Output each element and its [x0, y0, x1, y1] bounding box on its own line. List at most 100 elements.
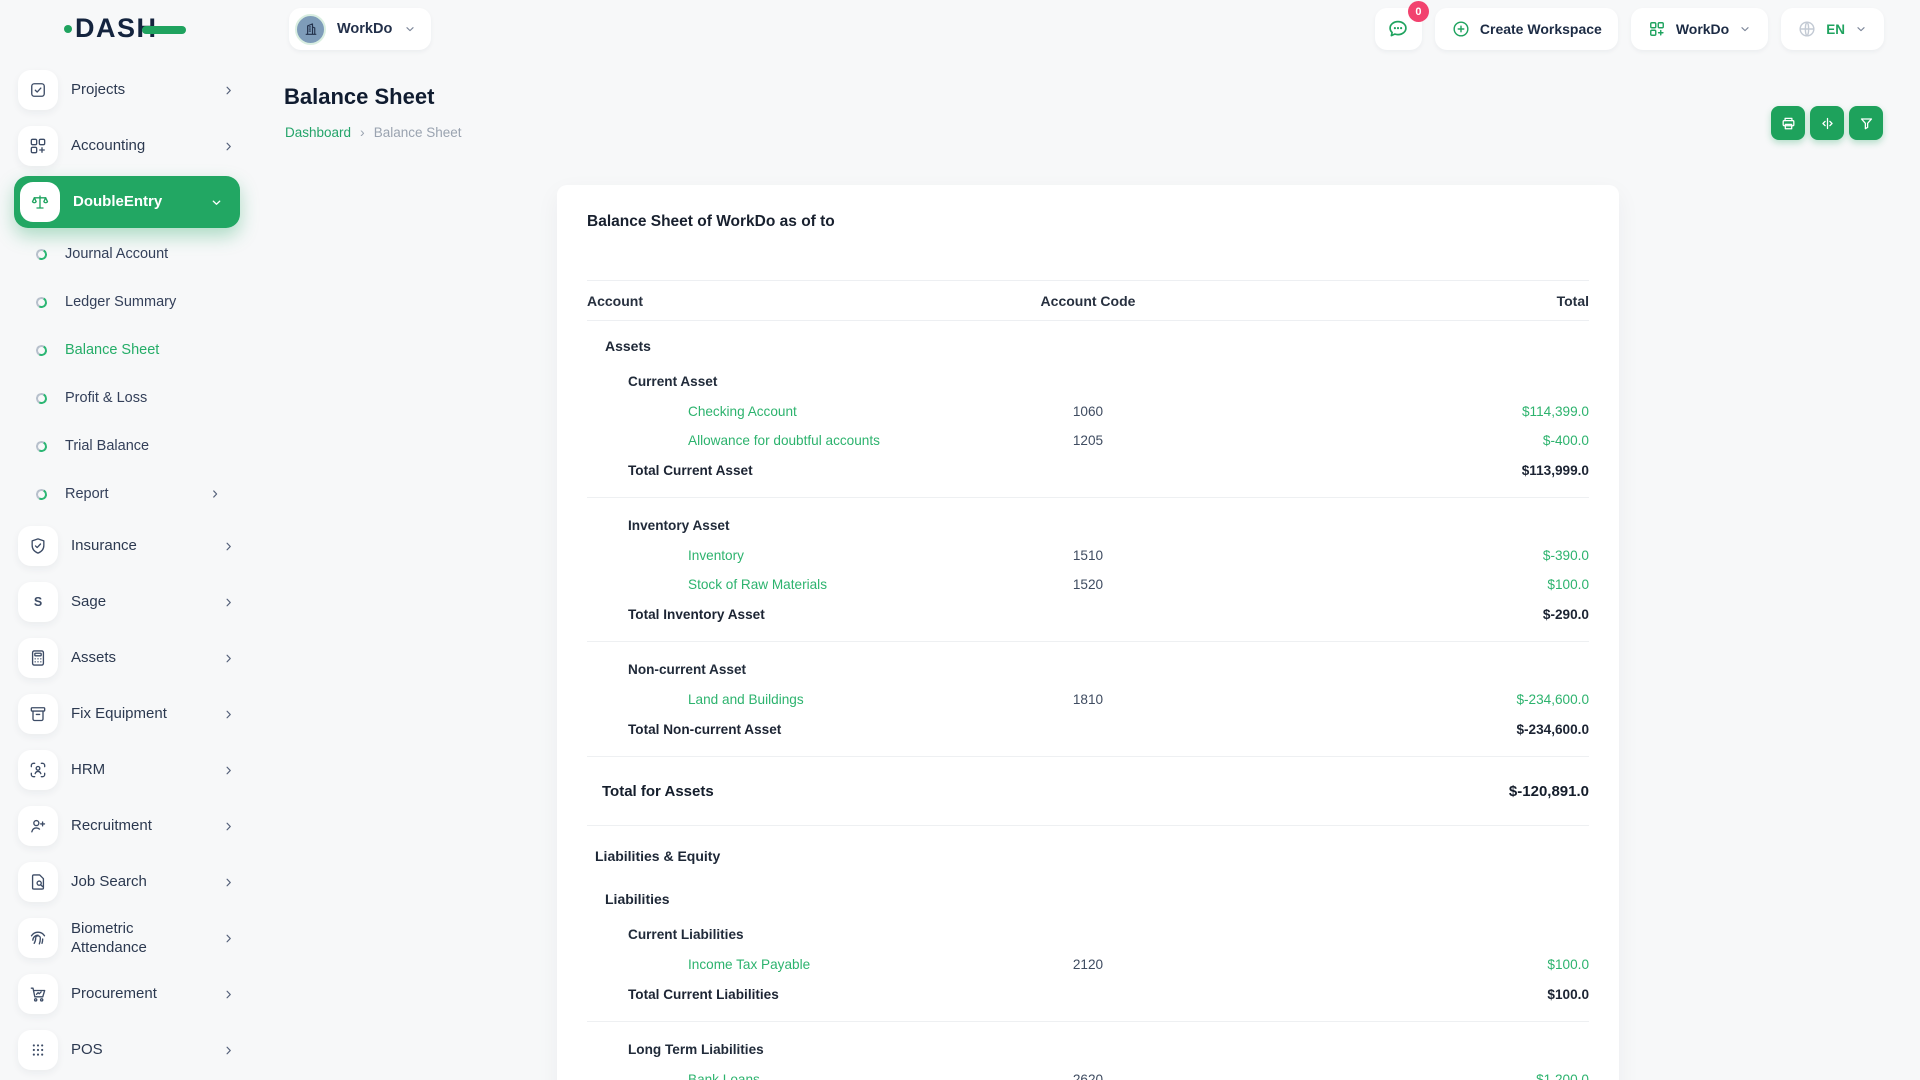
row-divider: [587, 1021, 1589, 1022]
recruitment-icon: [28, 816, 48, 836]
chevron-right-icon: [221, 139, 236, 154]
chevron-right-icon: [221, 83, 236, 98]
sidebar-item-accounting[interactable]: Accounting: [0, 118, 256, 174]
chevron-right-icon: [221, 1043, 236, 1058]
subsection-row-non-current-asset: Non-current Asset: [587, 653, 1589, 685]
dot-icon: [35, 391, 48, 404]
row-label: Liabilities & Equity: [595, 848, 720, 864]
sidebar-item-biometric-attendance[interactable]: Biometric Attendance: [0, 910, 256, 966]
account-row-stock-of-raw-materials: Stock of Raw Materials1520$100.0: [587, 570, 1589, 599]
toggle-columns-button[interactable]: [1810, 106, 1844, 140]
create-workspace-button[interactable]: Create Workspace: [1435, 8, 1618, 50]
account-name-link[interactable]: Bank Loans: [688, 1072, 760, 1080]
balance-sheet-card: Balance Sheet of WorkDo as of to Account…: [557, 185, 1619, 1080]
sidebar-item-job-search[interactable]: Job Search: [0, 854, 256, 910]
breadcrumb-dashboard-link[interactable]: Dashboard: [285, 125, 351, 140]
filter-button[interactable]: [1849, 106, 1883, 140]
grid-plus-icon: [1647, 19, 1667, 39]
sidebar-item-insurance[interactable]: Insurance: [0, 518, 256, 574]
chevron-right-icon: [221, 819, 236, 834]
grid-plus-icon: [1647, 19, 1667, 39]
double-entry-icon: [20, 182, 60, 222]
workspace-menu-button[interactable]: WorkDo: [1631, 8, 1768, 50]
workspace-selector[interactable]: WorkDo: [289, 8, 431, 50]
submenu-item-balance-sheet[interactable]: Balance Sheet: [0, 326, 256, 374]
sidebar-item-label: Accounting: [71, 136, 185, 156]
procurement-icon: [28, 984, 48, 1004]
sidebar-item-hrm[interactable]: HRM: [0, 742, 256, 798]
main-content: Balance Sheet Dashboard › Balance Sheet …: [256, 58, 1920, 1080]
globe-icon: [1797, 19, 1817, 39]
submenu-item-ledger-summary[interactable]: Ledger Summary: [0, 278, 256, 326]
language-selector[interactable]: EN: [1781, 8, 1884, 50]
submenu-item-trial-balance[interactable]: Trial Balance: [0, 422, 256, 470]
sidebar-item-label: Recruitment: [71, 816, 185, 836]
submenu-item-journal-account[interactable]: Journal Account: [0, 230, 256, 278]
fix-equipment-icon: [18, 694, 58, 734]
sidebar-item-label: DoubleEntry: [73, 192, 209, 212]
account-code-cell: 1520: [988, 577, 1188, 592]
chevron-right-icon: [221, 875, 236, 890]
section-row-assets: Assets: [587, 329, 1589, 363]
account-code-cell: 2120: [988, 957, 1188, 972]
sidebar-item-fix-equipment[interactable]: Fix Equipment: [0, 686, 256, 742]
hrm-icon: [18, 750, 58, 790]
accounting-icon: [18, 126, 58, 166]
account-code-cell: 1810: [988, 692, 1188, 707]
total-cell: $-234,600.0: [1188, 722, 1589, 737]
account-name-link[interactable]: Checking Account: [688, 404, 797, 419]
svg-text:S: S: [34, 595, 42, 609]
sidebar-item-projects[interactable]: Projects: [0, 62, 256, 118]
messages-button[interactable]: 0: [1375, 8, 1422, 50]
row-label: Total Non-current Asset: [628, 722, 781, 737]
sidebar-item-recruitment[interactable]: Recruitment: [0, 798, 256, 854]
row-label: Total Current Asset: [628, 463, 753, 478]
section-row-liabilities: Liabilities: [587, 882, 1589, 916]
account-name-link[interactable]: Income Tax Payable: [688, 957, 810, 972]
projects-icon: [18, 70, 58, 110]
subtotal-row-total-non-current-asset: Total Non-current Asset $-234,600.0: [587, 714, 1589, 745]
sidebar-item-pos[interactable]: POS: [0, 1022, 256, 1078]
sidebar-item-doubleentry[interactable]: DoubleEntry: [14, 176, 240, 228]
row-label: Assets: [605, 338, 651, 354]
submenu-item-report[interactable]: Report: [0, 470, 256, 518]
account-name-link[interactable]: Land and Buildings: [688, 692, 804, 707]
account-row-allowance-for-doubtful-accounts: Allowance for doubtful accounts1205$-400…: [587, 426, 1589, 455]
total-cell: $100.0: [1188, 957, 1589, 972]
submenu-item-label: Journal Account: [65, 246, 168, 262]
account-name-link[interactable]: Allowance for doubtful accounts: [688, 433, 880, 448]
recruitment-icon: [18, 806, 58, 846]
account-row-checking-account: Checking Account1060$114,399.0: [587, 397, 1589, 426]
assets-icon: [28, 648, 48, 668]
accounting-icon: [28, 136, 48, 156]
sidebar-item-procurement[interactable]: Procurement: [0, 966, 256, 1022]
biometric-icon: [18, 918, 58, 958]
assets-icon: [18, 638, 58, 678]
submenu-item-profit-loss[interactable]: Profit & Loss: [0, 374, 256, 422]
sidebar-item-sage[interactable]: SSage: [0, 574, 256, 630]
hrm-icon: [28, 760, 48, 780]
row-label: Non-current Asset: [628, 662, 746, 677]
insurance-icon: [18, 526, 58, 566]
plus-circle-icon: [1451, 19, 1471, 39]
workspace-name: WorkDo: [337, 21, 392, 37]
chevron-right-icon: [221, 595, 236, 610]
chevron-right-icon: [221, 707, 236, 722]
language-code: EN: [1826, 22, 1845, 37]
page-title: Balance Sheet: [284, 84, 434, 110]
dot-icon: [35, 487, 48, 500]
account-name-link[interactable]: Inventory: [688, 548, 744, 563]
total-cell: $114,399.0: [1188, 404, 1589, 419]
sidebar-item-label: Procurement: [71, 984, 185, 1004]
double-entry-icon: [30, 192, 50, 212]
building-icon: [295, 14, 326, 45]
account-name-link[interactable]: Stock of Raw Materials: [688, 577, 827, 592]
chevron-right-icon: [221, 763, 236, 778]
column-header-total: Total: [1188, 293, 1589, 309]
print-button[interactable]: [1771, 106, 1805, 140]
chevron-right-icon: [221, 763, 236, 778]
notification-badge: 0: [1408, 1, 1429, 22]
submenu-item-label: Report: [65, 486, 109, 502]
report-title: Balance Sheet of WorkDo as of to: [587, 213, 1589, 231]
sidebar-item-assets[interactable]: Assets: [0, 630, 256, 686]
